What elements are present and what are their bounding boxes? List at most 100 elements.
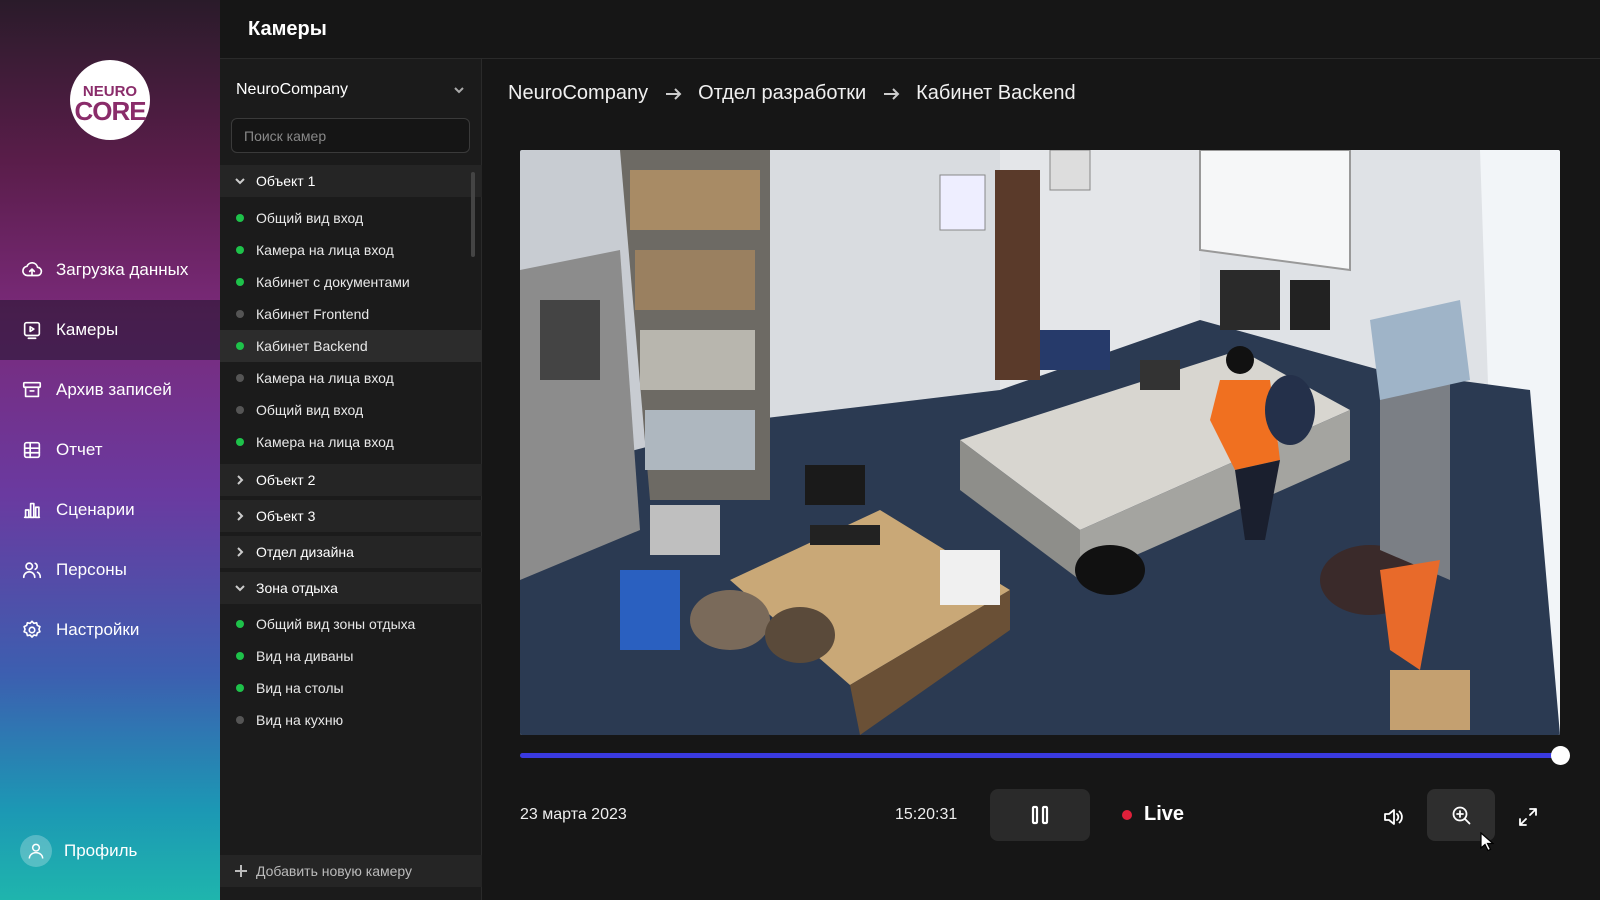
status-online-dot (236, 684, 244, 692)
tree-group-object2[interactable]: Объект 2 (220, 464, 482, 496)
camera-label: Камера на лица вход (256, 370, 394, 386)
camera-item[interactable]: Кабинет Frontend (220, 298, 482, 330)
sidebar-item-cameras[interactable]: Камеры (0, 300, 220, 360)
camera-label: Вид на кухню (256, 712, 344, 728)
sidebar-item-scenarios[interactable]: Сценарии (0, 480, 220, 540)
people-icon (20, 558, 44, 582)
breadcrumb: NeuroCompany Отдел разработки Кабинет Ba… (508, 82, 1076, 105)
pause-button[interactable] (990, 789, 1090, 841)
add-camera-label: Добавить новую камеру (256, 863, 413, 879)
sidebar-item-label: Архив записей (56, 380, 172, 399)
breadcrumb-item[interactable]: Отдел разработки (698, 82, 866, 105)
sidebar-item-label: Загрузка данных (56, 260, 189, 279)
camera-item[interactable]: Общий вид вход (220, 202, 482, 234)
zoom-in-icon (1452, 806, 1471, 825)
plus-icon (235, 865, 247, 877)
status-online-dot (236, 620, 244, 628)
camera-label: Вид на столы (256, 680, 344, 696)
status-online-dot (236, 438, 244, 446)
expand-icon (1519, 808, 1537, 826)
company-name: NeuroCompany (236, 81, 349, 98)
status-online-dot (236, 246, 244, 254)
breadcrumb-item[interactable]: NeuroCompany (508, 82, 648, 105)
user-avatar-icon (20, 835, 52, 867)
sidebar-item-label: Отчет (56, 440, 103, 459)
fullscreen-button[interactable] (1514, 803, 1542, 831)
progress-handle[interactable] (1551, 746, 1570, 765)
tree-scrollbar[interactable] (471, 172, 475, 257)
progress-fill (520, 753, 1560, 758)
sidebar-item-label: Настройки (56, 620, 140, 639)
group-label: Объект 3 (256, 508, 316, 524)
chevron-right-icon (237, 511, 244, 521)
camera-video-feed[interactable] (520, 150, 1560, 735)
live-dot (1122, 809, 1132, 820)
company-selector[interactable]: NeuroCompany (236, 81, 466, 99)
tree-group-object3[interactable]: Объект 3 (220, 500, 482, 532)
status-offline-dot (236, 374, 244, 382)
camera-label: Кабинет Backend (256, 338, 368, 354)
logo-text-bottom: CORE (74, 95, 146, 126)
arrow-right-icon (882, 85, 900, 103)
sidebar-item-label: Персоны (56, 560, 127, 579)
status-offline-dot (236, 310, 244, 318)
profile-button[interactable]: Профиль (20, 835, 137, 867)
tree-group-lounge[interactable]: Зона отдыха (220, 572, 482, 604)
sidebar-item-upload[interactable]: Загрузка данных (0, 240, 220, 300)
live-indicator[interactable]: Live (1122, 803, 1184, 826)
camera-item[interactable]: Общий вид зоны отдыха (220, 608, 482, 640)
camera-label: Вид на диваны (256, 648, 354, 664)
sidebar-item-settings[interactable]: Настройки (0, 600, 220, 660)
camera-item[interactable]: Вид на столы (220, 672, 482, 704)
camera-item[interactable]: Камера на лица вход (220, 426, 482, 458)
camera-tree-panel: NeuroCompany Объект 1 Общий вид вход Кам… (220, 59, 482, 900)
playback-time: 15:20:31 (895, 806, 958, 823)
sidebar-item-label: Камеры (56, 320, 119, 339)
status-online-dot (236, 342, 244, 350)
camera-item[interactable]: Общий вид вход (220, 394, 482, 426)
camera-label: Камера на лица вход (256, 242, 394, 258)
page-title: Камеры (248, 17, 327, 40)
camera-label: Общий вид вход (256, 402, 364, 418)
bar-chart-icon (20, 498, 44, 522)
tree-group-design[interactable]: Отдел дизайна (220, 536, 482, 568)
chevron-right-icon (237, 547, 244, 557)
volume-icon (1384, 809, 1403, 825)
sidebar-item-archive[interactable]: Архив записей (0, 360, 220, 420)
main-sidebar: NEURO CORE Загрузка данных Камеры Архив … (0, 0, 220, 900)
group-label: Объект 2 (256, 472, 316, 488)
camera-item[interactable]: Вид на кухню (220, 704, 482, 736)
sidebar-item-report[interactable]: Отчет (0, 420, 220, 480)
camera-label: Общий вид вход (256, 210, 364, 226)
status-online-dot (236, 278, 244, 286)
chevron-down-icon (235, 178, 245, 185)
camera-item[interactable]: Камера на лица вход (220, 362, 482, 394)
gear-icon (20, 618, 44, 642)
chevron-down-icon (454, 87, 464, 94)
archive-icon (20, 378, 44, 402)
live-label: Live (1144, 803, 1185, 825)
add-camera-button[interactable]: Добавить новую камеру (220, 855, 482, 887)
camera-label: Кабинет Frontend (256, 306, 370, 322)
camera-item[interactable]: Камера на лица вход (220, 234, 482, 266)
status-online-dot (236, 652, 244, 660)
pause-icon (1031, 805, 1049, 825)
status-offline-dot (236, 406, 244, 414)
camera-search-input[interactable] (231, 118, 470, 153)
sidebar-item-persons[interactable]: Персоны (0, 540, 220, 600)
camera-item[interactable]: Вид на диваны (220, 640, 482, 672)
camera-item[interactable]: Кабинет с документами (220, 266, 482, 298)
camera-label: Общий вид зоны отдыха (256, 616, 416, 632)
group-label: Отдел дизайна (256, 544, 354, 560)
neurocore-logo[interactable]: NEURO CORE (70, 60, 150, 140)
camera-label: Камера на лица вход (256, 434, 394, 450)
cloud-upload-icon (20, 258, 44, 282)
chevron-down-icon (235, 585, 245, 592)
camera-item-selected[interactable]: Кабинет Backend (220, 330, 482, 362)
status-online-dot (236, 214, 244, 222)
playback-progress-bar[interactable] (520, 746, 1570, 765)
group-label: Объект 1 (256, 173, 316, 189)
arrow-right-icon (664, 85, 682, 103)
tree-group-object1[interactable]: Объект 1 (220, 165, 482, 197)
volume-button[interactable] (1378, 803, 1408, 831)
